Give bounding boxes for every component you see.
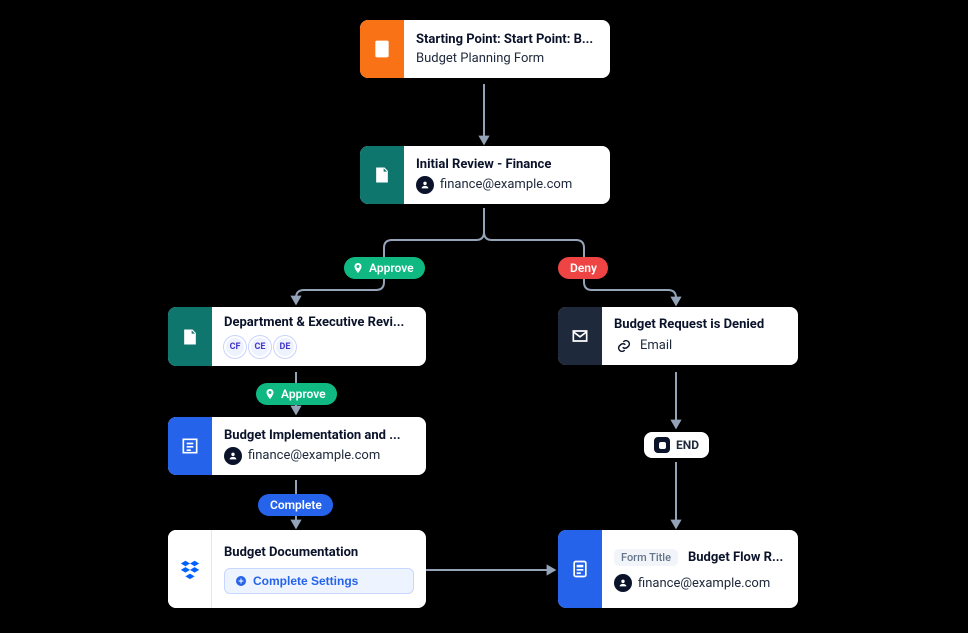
assignee-email: finance@example.com	[248, 448, 380, 463]
branch-complete[interactable]: Complete	[258, 494, 333, 516]
end-icon	[654, 437, 670, 453]
node-title: Initial Review - Finance	[416, 157, 598, 172]
branch-approve-2[interactable]: Approve	[256, 383, 337, 405]
connector-lines	[0, 0, 968, 633]
avatar-group: CF CE DE	[224, 336, 414, 358]
branch-label: Complete	[270, 498, 322, 512]
node-subtitle: Budget Planning Form	[416, 51, 598, 66]
button-label: Complete Settings	[253, 574, 358, 588]
review-icon	[360, 146, 404, 204]
node-title: Budget Documentation	[224, 545, 414, 560]
user-icon	[416, 176, 434, 194]
user-icon	[614, 574, 632, 592]
node-dept-review[interactable]: Department & Executive Revi... CF CE DE	[168, 307, 426, 366]
node-documentation[interactable]: Budget Documentation Complete Settings	[168, 530, 426, 608]
branch-deny[interactable]: Deny	[558, 257, 608, 279]
node-starting-point[interactable]: Starting Point: Start Point: B... Budget…	[360, 20, 610, 78]
form-icon	[558, 530, 602, 608]
link-icon	[614, 336, 634, 356]
avatar: DE	[274, 336, 296, 358]
node-subtitle: Email	[640, 338, 672, 353]
assignee-email: finance@example.com	[638, 576, 770, 591]
node-denied[interactable]: Budget Request is Denied Email	[558, 307, 798, 365]
branch-label: Approve	[369, 261, 414, 275]
review-icon	[168, 307, 212, 366]
node-header-row: Form Title Budget Flow R...	[614, 546, 786, 566]
complete-settings-button[interactable]: Complete Settings	[224, 568, 414, 594]
workflow-canvas: Starting Point: Start Point: B... Budget…	[0, 0, 968, 633]
user-icon	[224, 447, 242, 465]
avatar: CE	[249, 336, 271, 358]
starting-point-icon	[360, 20, 404, 78]
avatar: CF	[224, 336, 246, 358]
branch-approve-1[interactable]: Approve	[344, 257, 425, 279]
branch-label: Approve	[281, 387, 326, 401]
assignee-email: finance@example.com	[440, 177, 572, 192]
dropbox-icon	[168, 530, 212, 608]
node-title: Budget Request is Denied	[614, 317, 786, 332]
task-icon	[168, 417, 212, 475]
node-title: Budget Implementation and ...	[224, 428, 414, 443]
branch-label: Deny	[570, 261, 597, 275]
email-icon	[558, 307, 602, 365]
node-title: Department & Executive Revi...	[224, 315, 414, 330]
form-title-tag: Form Title	[614, 549, 678, 566]
end-label: END	[676, 438, 699, 452]
node-end[interactable]: END	[644, 432, 709, 458]
node-title: Budget Flow R...	[688, 550, 783, 565]
node-initial-review[interactable]: Initial Review - Finance finance@example…	[360, 146, 610, 204]
node-implementation[interactable]: Budget Implementation and ... finance@ex…	[168, 417, 426, 475]
node-flow-result[interactable]: Form Title Budget Flow R... finance@exam…	[558, 530, 798, 608]
node-title: Starting Point: Start Point: B...	[416, 32, 598, 47]
